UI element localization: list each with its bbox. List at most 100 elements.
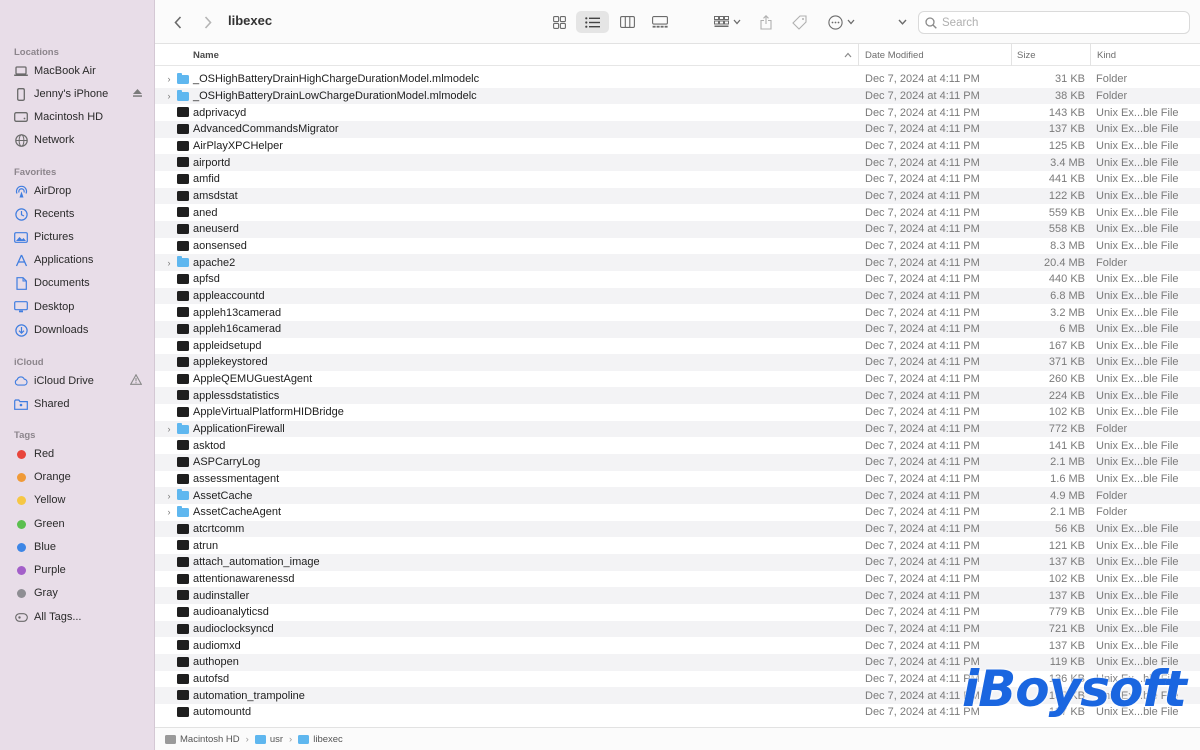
eject-icon[interactable] [133,88,142,100]
file-row[interactable]: appleidsetupd Dec 7, 2024 at 4:11 PM 167 K… [155,338,1200,355]
search-field[interactable] [918,11,1190,34]
file-row[interactable]: audinstaller Dec 7, 2024 at 4:11 PM 137 KB… [155,587,1200,604]
disclosure-chevron-icon[interactable]: › [165,507,173,517]
disclosure-chevron-icon[interactable]: › [165,491,173,501]
disclosure-chevron-icon[interactable]: › [165,74,173,84]
applications-icon [14,253,28,267]
sidebar-item-macbook-air[interactable]: MacBook Air [14,61,142,81]
tag-button[interactable] [788,11,810,33]
sidebar-item-macintosh-hd[interactable]: Macintosh HD [14,107,142,127]
file-row[interactable]: › _OSHighBatteryDrainHighChargeDurationMo… [155,71,1200,88]
file-row[interactable]: attach_automation_image Dec 7, 2024 at 4:… [155,554,1200,571]
sidebar-all-tags[interactable]: All Tags... [14,607,142,627]
file-row[interactable]: › ApplicationFirewall Dec 7, 2024 at 4:11 … [155,420,1200,438]
file-row[interactable]: AirPlayXPCHelper Dec 7, 2024 at 4:11 PM 12… [155,138,1200,155]
file-row[interactable]: › _OSHighBatteryDrainLowChargeDurationMod… [155,87,1200,105]
sidebar-item-applications[interactable]: Applications [14,250,142,270]
file-row[interactable]: AdvancedCommandsMigrator Dec 7, 2024 at 4… [155,120,1200,138]
disclosure-chevron-icon[interactable]: › [165,258,173,268]
file-name: AirPlayXPCHelper [193,139,283,152]
group-by-button[interactable] [710,11,744,33]
file-row[interactable]: appleaccountd Dec 7, 2024 at 4:11 PM 6.8 M… [155,287,1200,305]
column-header-name[interactable]: Name [193,44,853,66]
folder-icon [254,734,266,744]
forward-button[interactable] [198,11,218,33]
executable-file-icon [177,323,189,334]
sidebar-item-airdrop[interactable]: AirDrop [14,181,142,201]
sidebar-item-recents[interactable]: Recents [14,204,142,224]
file-row[interactable]: aneuserd Dec 7, 2024 at 4:11 PM 558 KB Unix… [155,220,1200,238]
share-button[interactable] [755,11,777,33]
sidebar-tag-gray[interactable]: Gray [14,583,142,603]
file-row[interactable]: AppleVirtualPlatformHIDBridge Dec 7, 2024… [155,404,1200,421]
sidebar-tag-purple[interactable]: Purple [14,560,142,580]
sidebar-tag-yellow[interactable]: Yellow [14,490,142,510]
gallery-view-button[interactable] [647,11,673,33]
column-header-size[interactable]: Size [1011,44,1090,66]
file-row[interactable]: asktod Dec 7, 2024 at 4:11 PM 141 KB Unix E… [155,437,1200,454]
file-row[interactable]: airportd Dec 7, 2024 at 4:11 PM 3.4 MB Unix… [155,154,1200,171]
tag-dot [16,495,26,505]
sidebar-tag-green[interactable]: Green [14,514,142,534]
column-header-kind[interactable]: Kind [1090,44,1200,66]
file-size: 31 KB [1055,73,1085,86]
file-row[interactable]: amsdstat Dec 7, 2024 at 4:11 PM 122 KB Unix… [155,187,1200,205]
path-item-libexec[interactable]: libexec [313,734,343,745]
column-view-button[interactable] [614,11,640,33]
icon-view-button[interactable] [546,11,572,33]
file-date-modified: Dec 7, 2024 at 4:11 PM [865,206,980,219]
toolbar-overflow-button[interactable] [892,11,912,33]
file-row[interactable]: atrun Dec 7, 2024 at 4:11 PM 121 KB Unix Ex… [155,537,1200,554]
list-view-button[interactable] [576,11,609,33]
path-item-usr[interactable]: usr [270,734,283,745]
file-row[interactable]: audioclocksyncd Dec 7, 2024 at 4:11 PM 721… [155,620,1200,638]
tag-dot [16,542,26,552]
file-row[interactable]: atcrtcomm Dec 7, 2024 at 4:11 PM 56 KB Unix… [155,520,1200,538]
disclosure-chevron-icon[interactable]: › [165,424,173,434]
file-kind: Unix Ex...ble File [1096,539,1179,552]
file-size: 137 KB [1048,589,1085,602]
file-row[interactable]: audioanalyticsd Dec 7, 2024 at 4:11 PM 779… [155,604,1200,621]
sidebar-tag-blue[interactable]: Blue [14,537,142,557]
disclosure-chevron-icon[interactable]: › [165,91,173,101]
action-menu-button[interactable] [823,11,859,33]
executable-file-icon [177,706,189,717]
back-button[interactable] [168,11,188,33]
file-row[interactable]: attentionawarenessd Dec 7, 2024 at 4:11 P… [155,571,1200,588]
file-row[interactable]: adprivacyd Dec 7, 2024 at 4:11 PM 143 KB Un… [155,104,1200,121]
file-row[interactable]: audiomxd Dec 7, 2024 at 4:11 PM 137 KB Unix… [155,637,1200,654]
file-row[interactable]: aonsensed Dec 7, 2024 at 4:11 PM 8.3 MB Uni… [155,238,1200,255]
sidebar-item-documents[interactable]: Documents [14,273,142,293]
sidebar-item-desktop[interactable]: Desktop [14,297,142,317]
file-row[interactable]: applekeystored Dec 7, 2024 at 4:11 PM 371 … [155,354,1200,371]
file-row[interactable]: appleh16camerad Dec 7, 2024 at 4:11 PM 6 M… [155,320,1200,338]
file-row[interactable]: amfid Dec 7, 2024 at 4:11 PM 441 KB Unix Ex… [155,171,1200,188]
file-row[interactable]: assessmentagent Dec 7, 2024 at 4:11 PM 1.6… [155,471,1200,488]
tag-color-dot-icon [14,493,28,507]
file-row[interactable]: ASPCarryLog Dec 7, 2024 at 4:11 PM 2.1 MB U… [155,454,1200,471]
file-row[interactable]: apfsd Dec 7, 2024 at 4:11 PM 440 KB Unix Ex… [155,271,1200,288]
path-item-macintosh-hd[interactable]: Macintosh HD [180,734,240,745]
sidebar-item-network[interactable]: Network [14,130,142,150]
file-row[interactable]: AppleQEMUGuestAgent Dec 7, 2024 at 4:11 P… [155,371,1200,388]
warning-icon[interactable] [129,373,143,388]
file-row[interactable]: › AssetCacheAgent Dec 7, 2024 at 4:11 PM 2.… [155,504,1200,521]
file-row[interactable]: › apache2 Dec 7, 2024 at 4:11 PM 20.4 MB Fol… [155,254,1200,271]
file-date-modified: Dec 7, 2024 at 4:11 PM [865,189,980,202]
file-row[interactable]: applessdstatistics Dec 7, 2024 at 4:11 PM… [155,387,1200,405]
file-row[interactable]: › AssetCache Dec 7, 2024 at 4:11 PM 4.9 MB F… [155,487,1200,505]
executable-file-icon [177,223,189,234]
file-row[interactable]: appleh13camerad Dec 7, 2024 at 4:11 PM 3.2… [155,304,1200,321]
sidebar-item-pictures[interactable]: Pictures [14,227,142,247]
file-name: apfsd [193,273,220,286]
column-header-date[interactable]: Date Modified [858,44,1011,66]
sidebar-item-icloud-drive[interactable]: iCloud Drive [14,371,143,391]
ellipsis-circle-icon [827,14,843,30]
sidebar-item-shared[interactable]: Shared [14,394,142,414]
sidebar-tag-orange[interactable]: Orange [14,467,142,487]
search-input[interactable] [942,16,1172,29]
file-row[interactable]: aned Dec 7, 2024 at 4:11 PM 559 KB Unix Ex.… [155,204,1200,221]
sidebar-tag-red[interactable]: Red [14,444,142,464]
sidebar-item-iphone[interactable]: Jenny's iPhone [14,84,142,104]
sidebar-item-downloads[interactable]: Downloads [14,320,142,340]
